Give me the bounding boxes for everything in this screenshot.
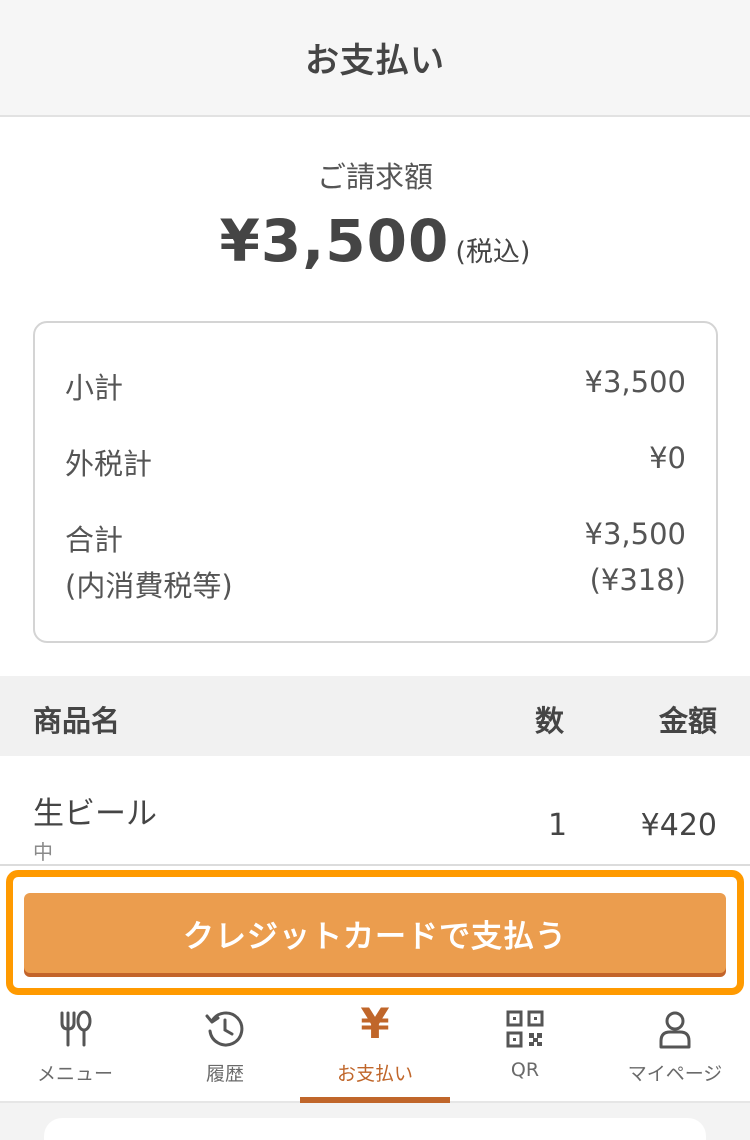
qr-code-icon	[506, 1010, 544, 1048]
page-title: お支払い	[305, 41, 445, 81]
total-label: 合計	[65, 523, 124, 557]
item-price: ¥420	[640, 808, 717, 843]
external-tax-label: 外税計	[65, 447, 153, 481]
tab-mypage[interactable]: マイページ	[600, 995, 750, 1103]
subtotal-row: 小計 ¥3,500	[65, 365, 686, 407]
column-header-qty: 数	[535, 704, 565, 738]
column-header-name: 商品名	[33, 704, 121, 738]
tab-history[interactable]: 履歴	[150, 995, 300, 1103]
subtotal-label: 小計	[65, 371, 124, 405]
item-qty: 1	[548, 808, 568, 843]
included-tax-row: (内消費税等) (¥318)	[65, 563, 686, 605]
external-tax-value: ¥0	[649, 441, 686, 475]
bottom-card	[44, 1118, 706, 1140]
person-icon	[659, 1011, 691, 1049]
items-table-header: 商品名 数 金額	[0, 676, 750, 756]
tab-qr[interactable]: QR	[450, 995, 600, 1103]
tab-label-history: 履歴	[205, 1063, 244, 1085]
included-tax-label: (内消費税等)	[65, 569, 233, 603]
tab-label-menu: メニュー	[36, 1063, 113, 1085]
tab-label-payment: お支払い	[336, 1063, 413, 1085]
bottom-tab-bar: メニュー 履歴 ¥ お支払い QR マイページ	[0, 995, 750, 1103]
header: お支払い	[0, 0, 750, 117]
subtotal-value: ¥3,500	[584, 365, 686, 399]
history-icon	[205, 1011, 244, 1047]
billing-amount-value: ¥3,500	[219, 207, 450, 275]
billing-amount: ¥3,500 (税込)	[0, 207, 750, 275]
summary-box: 小計 ¥3,500 外税計 ¥0 合計 ¥3,500 (内消費税等) (¥318…	[33, 321, 718, 643]
fork-knife-icon	[60, 1010, 92, 1047]
tab-label-mypage: マイページ	[627, 1063, 723, 1085]
billing-tax-note: (税込)	[455, 237, 531, 268]
included-tax-value: (¥318)	[589, 563, 686, 597]
item-name: 生ビール	[33, 796, 157, 832]
item-option: 中	[33, 840, 53, 864]
payment-screen: お支払い ご請求額 ¥3,500 (税込) 小計 ¥3,500 外税計 ¥0 合計…	[0, 0, 750, 1140]
tab-label-qr: QR	[510, 1059, 540, 1081]
tab-payment[interactable]: ¥ お支払い	[300, 995, 450, 1103]
external-tax-row: 外税計 ¥0	[65, 441, 686, 483]
billing-label: ご請求額	[316, 160, 433, 194]
yen-icon: ¥	[360, 999, 390, 1048]
total-row: 合計 ¥3,500	[65, 517, 686, 559]
tab-menu[interactable]: メニュー	[0, 995, 150, 1103]
column-header-price: 金額	[658, 704, 717, 738]
total-value: ¥3,500	[584, 517, 686, 551]
table-row: 生ビール 中 1 ¥420	[0, 756, 750, 866]
credit-card-pay-button[interactable]: クレジットカードで支払う	[24, 893, 726, 973]
